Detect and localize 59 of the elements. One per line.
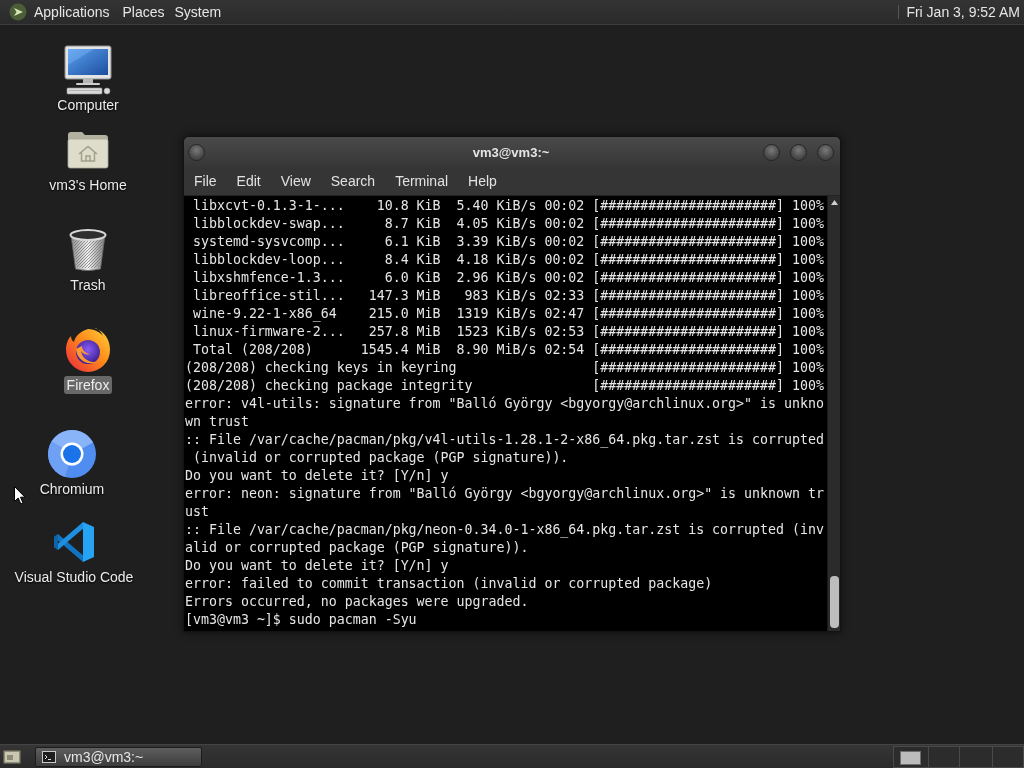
terminal-line: wine-9.22-1-x86_64 215.0 MiB 1319 KiB/s 02:47 [######################] 100% [192,305,825,323]
panel-menu-item[interactable]: Places [117,0,170,24]
desktop-icon-label[interactable]: vm3's Home [46,176,130,194]
terminal-line: Do you want to delete it? [Y/n] y [185,557,450,575]
terminal-line: :: File /var/cache/pacman/pkg/neon-0.34.0-1-x86_64.pkg.tar.zst is corrupted (inv [185,521,825,539]
terminal-line: error: failed to commit transaction (invalid or corrupted package) [185,575,714,593]
terminal-line: Do you want to delete it? [Y/n] y [185,467,450,485]
terminal-line: Total (208/208) 1545.4 MiB 8.90 MiB/s 02:54 [######################] 100% [192,341,825,359]
terminal-line: (invalid or corrupted package (PGP signature)). [192,449,570,467]
terminal-line: libxshmfence-1.3... 6.0 KiB 2.96 KiB/s 00:02 [######################] 100% [192,269,825,287]
panel-menu-item[interactable]: System [169,0,227,24]
terminal-icon [42,750,56,763]
terminal-line: libxcvt-0.1.3-1-... 10.8 KiB 5.40 KiB/s 00:02 [######################] 100% [192,197,825,215]
terminal-line: (208/208) checking keys in keyring [######################] 100% [185,359,825,377]
desktop-icon-label[interactable]: Visual Studio Code [11,568,137,586]
mouse-pointer-icon [14,486,26,505]
menu-item[interactable]: View [270,168,321,194]
terminal-line: linux-firmware-2... 257.8 MiB 1523 KiB/s 02:53 [######################] 100% [192,323,825,341]
scrollbar-track[interactable] [827,196,840,631]
desktop-icon-label[interactable]: Firefox [63,376,113,394]
firefox-logo-icon[interactable] [65,327,111,373]
desktop-icon-label[interactable]: Chromium [36,480,108,498]
menu-item[interactable]: Help [458,168,507,194]
maximize-button[interactable] [790,143,807,161]
terminal-line: libreoffice-stil... 147.3 MiB 983 KiB/s 02:33 [######################] 100% [192,287,825,305]
scrollbar-thumb[interactable] [829,576,839,628]
menu-item[interactable]: File [184,168,227,194]
close-button[interactable] [817,143,834,161]
terminal-line: [vm3@vm3 ~]$ sudo pacman -Syu [185,611,418,629]
menu-item[interactable]: Edit [226,168,271,194]
terminal-line: Errors occurred, no packages were upgraded. [185,593,530,611]
minimize-button[interactable] [763,143,780,161]
window-title: vm3@vm3:~ [472,144,550,160]
trash-can-icon[interactable] [68,228,108,272]
terminal-line: libblockdev-swap... 8.7 KiB 4.05 KiB/s 00:02 [######################] 100% [192,215,825,233]
chromium-logo-icon[interactable] [48,430,96,478]
monitor-icon[interactable] [62,45,114,95]
workspace-switcher[interactable] [893,745,1024,768]
terminal-line: libblockdev-loop... 8.4 KiB 4.18 KiB/s 00:02 [######################] 100% [192,251,825,269]
scroll-up-arrow-icon[interactable] [830,200,838,205]
menu-item[interactable]: Search [320,168,386,194]
terminal-line: alid or corrupted package (PGP signature)). [185,539,530,557]
taskbar-button[interactable]: vm3@vm3:~ [35,746,202,767]
vscode-logo-icon[interactable] [52,521,96,563]
home-folder-icon[interactable] [66,130,110,170]
clock[interactable]: Fri Jan 3, 9:52 AM [902,0,1024,24]
terminal-line: ust [185,503,210,521]
terminal-line: error: v4l-utils: signature from "Balló György <bgyorgy@archlinux.org>" is unkno [185,395,825,413]
window-menu-button[interactable] [188,143,205,161]
terminal-line: systemd-sysvcomp... 6.1 KiB 3.39 KiB/s 00:02 [######################] 100% [192,233,825,251]
terminal-line: error: neon: signature from "Balló György <bgyorgy@archlinux.org>" is unknown tr [185,485,825,503]
desktop-icon-label[interactable]: Trash [67,276,109,294]
terminal-line: wn trust [185,413,250,431]
panel-menu-item[interactable]: Applications [29,0,115,24]
terminal-line: (208/208) checking package integrity [######################] 100% [185,377,825,395]
terminal-line: :: File /var/cache/pacman/pkg/v4l-utils-1.28.1-2-x86_64.pkg.tar.zst is corrupted [185,431,825,449]
desktop-icon-label[interactable]: Computer [54,96,122,114]
menu-item[interactable]: Terminal [385,168,459,194]
logo-icon[interactable] [9,3,27,21]
